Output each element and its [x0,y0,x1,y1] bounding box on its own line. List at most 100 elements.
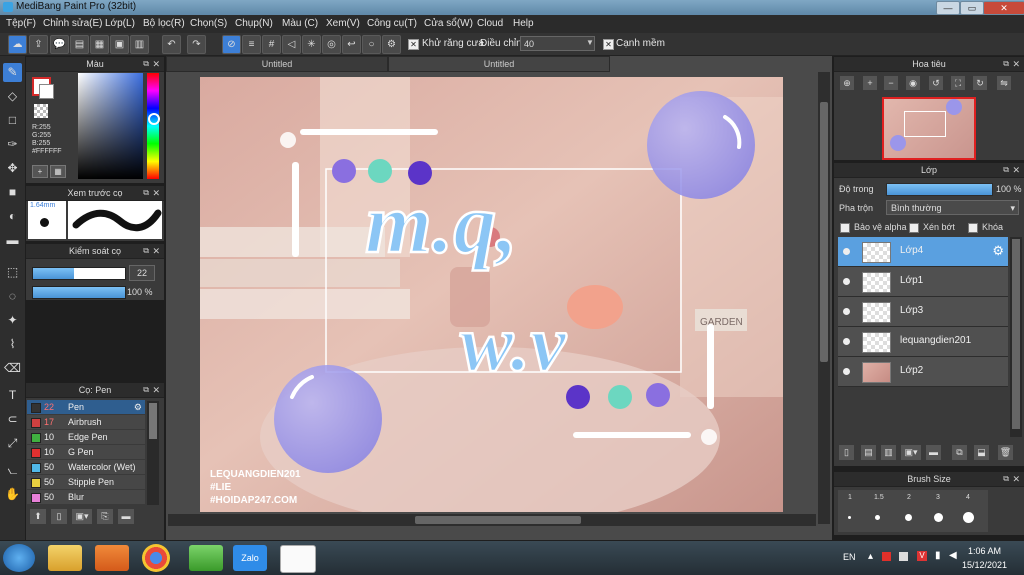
layer-row[interactable]: Lớp3 [838,297,1008,327]
close-icon[interactable]: ✕ [1012,163,1020,177]
move-tool-icon[interactable]: ✥ [3,159,22,178]
panel-icon[interactable]: ▥ [130,35,149,54]
menu-edit[interactable]: Chỉnh sửa(E) [43,18,103,29]
rectangle-tool-icon[interactable]: □ [3,111,22,130]
size-dot[interactable] [875,515,880,520]
popout-icon[interactable]: ⧉ [143,186,149,200]
close-button[interactable]: ✕ [983,1,1024,15]
start-button[interactable] [3,544,35,572]
layer-row[interactable]: Lớp2 [838,357,1008,387]
popout-icon[interactable]: ⧉ [1003,163,1009,177]
brush-size-value[interactable]: 22 [129,265,155,281]
ellipse-snap-icon[interactable]: ○ [362,35,381,54]
close-icon[interactable]: ✕ [1012,57,1020,71]
popout-icon[interactable]: ⧉ [143,383,149,397]
page-icon[interactable]: ▤ [70,35,89,54]
popout-icon[interactable]: ⧉ [143,57,149,71]
pen-tool-icon[interactable]: ✑ [3,135,22,154]
perspective-snap-icon[interactable]: ◁ [282,35,301,54]
lasso-icon[interactable]: ◌ [3,287,22,306]
brush-options-icon[interactable]: ▣▾ [72,509,92,524]
zoom-fit-icon[interactable]: ⊕ [840,76,854,90]
popout-icon[interactable]: ⧉ [1003,57,1009,71]
brush-item[interactable]: 50 Stipple Pen [27,475,145,489]
menu-layer[interactable]: Lớp(L) [105,18,135,29]
size-dot[interactable] [963,512,974,523]
layer-row[interactable]: Lớp4 ⚙ [838,237,1008,267]
flip-icon[interactable]: ⇋ [997,76,1011,90]
eyedropper-icon[interactable]: ⤢ [3,434,22,453]
soft-edge-checkbox[interactable]: ✕ [603,39,614,50]
size-dot[interactable] [934,513,943,522]
add-color-icon[interactable]: + [32,165,48,178]
text-tool-icon[interactable]: T [3,386,22,405]
no-snap-icon[interactable]: ⊘ [222,35,241,54]
size-dot[interactable] [905,514,912,521]
zalo-icon[interactable]: Zalo [233,545,267,571]
rotate-left-icon[interactable]: ↺ [929,76,943,90]
visibility-icon[interactable] [843,368,850,375]
curve-snap-icon[interactable]: ↩ [342,35,361,54]
protect-alpha-checkbox[interactable] [840,223,850,233]
layer-scrollbar[interactable] [1010,237,1022,437]
select-pen-icon[interactable]: ⌇ [3,335,22,354]
document-tab[interactable]: Untitled [166,56,388,72]
visibility-icon[interactable] [843,248,850,255]
share-icon[interactable]: ⇪ [29,35,48,54]
hand-tool-icon[interactable]: ✋ [3,485,22,504]
brush-add-icon[interactable]: ⬆ [30,509,46,524]
close-icon[interactable]: ✕ [152,383,160,397]
scrollbar-thumb[interactable] [149,403,157,439]
app-icon[interactable] [189,545,223,571]
zoom-in-icon[interactable]: + [863,76,877,90]
transparent-swatch[interactable] [34,104,48,118]
minimize-button[interactable]: — [936,1,960,15]
adjust-field[interactable]: 40 [520,36,595,51]
brush-opacity-slider[interactable] [32,286,126,299]
select-rect-icon[interactable]: ⬚ [3,263,22,282]
menu-tools[interactable]: Công cụ(T) [367,18,417,29]
menu-cloud[interactable]: Cloud [477,18,503,29]
document-tab[interactable]: Untitled [388,56,610,72]
radial-snap-icon[interactable]: ✳ [302,35,321,54]
magic-wand-icon[interactable]: ✦ [3,311,22,330]
gradient-tool-icon[interactable]: ▬ [3,231,22,250]
dropper-icon[interactable]: ⦦ [3,461,22,480]
merge-layer-icon[interactable]: ⬓ [974,445,989,460]
lock-checkbox[interactable] [968,223,978,233]
zoom-100-icon[interactable]: ◉ [906,76,920,90]
chevron-down-icon[interactable]: ▼ [586,38,594,47]
secondary-color-swatch[interactable] [39,84,54,99]
document-icon[interactable]: ▦ [90,35,109,54]
brush-size-slider[interactable] [32,267,126,280]
close-icon[interactable]: ✕ [152,186,160,200]
zoom-out-icon[interactable]: − [884,76,898,90]
settings-icon[interactable]: ⚙ [382,35,401,54]
popout-icon[interactable]: ⧉ [1003,472,1009,486]
visibility-icon[interactable] [843,308,850,315]
menu-select[interactable]: Chọn(S) [190,18,227,29]
tray-app-icon[interactable] [899,552,908,561]
menu-snap[interactable]: Chụp(N) [235,18,273,29]
menu-help[interactable]: Help [513,18,534,29]
horizontal-scrollbar[interactable] [168,514,816,526]
hue-handle[interactable] [148,113,160,125]
tray-v-icon[interactable]: V [917,551,927,561]
layer-opacity-slider[interactable] [886,183,993,196]
medibang-icon[interactable] [280,545,316,573]
gear-icon[interactable]: ⚙ [992,243,1004,259]
trash-icon[interactable]: 🗑 [998,445,1013,460]
bucket-tool-icon[interactable]: ◐ [3,207,22,226]
clipping-checkbox[interactable] [909,223,919,233]
fit-screen-icon[interactable]: ⛶ [951,76,965,90]
layer-row[interactable]: lequangdien201 [838,327,1008,357]
gear-icon[interactable]: ⚙ [134,400,142,414]
network-icon[interactable]: ▮ [935,550,941,561]
menu-view[interactable]: Xem(V) [326,18,360,29]
fill-rect-tool-icon[interactable]: ■ [3,183,22,202]
brush-folder-icon[interactable]: ▬ [118,509,134,524]
popout-icon[interactable]: ⧉ [143,244,149,258]
brush-item[interactable]: 50 Blur [27,490,145,504]
brush-item[interactable]: 50 Watercolor (Wet) [27,460,145,474]
eraser-tool-icon[interactable]: ◇ [3,87,22,106]
